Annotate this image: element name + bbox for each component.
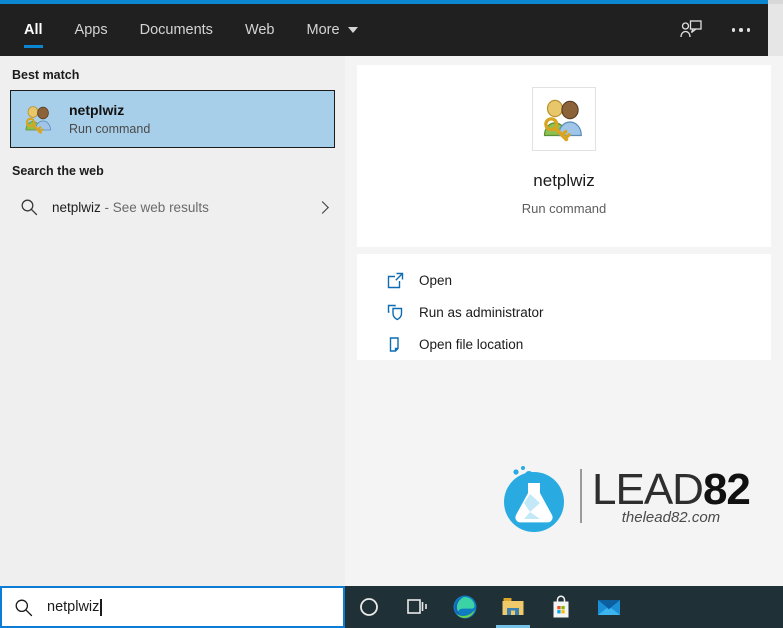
search-header: All Apps Documents Web More: [0, 4, 768, 56]
taskbar-task-view-button[interactable]: [393, 586, 441, 628]
action-run-as-administrator[interactable]: Run as administrator: [357, 296, 771, 328]
feedback-button[interactable]: [674, 13, 708, 47]
web-result-suffix: - See web results: [100, 199, 209, 215]
taskbar-edge-button[interactable]: [441, 586, 489, 628]
lead82-watermark: LEAD82 thelead82.com: [492, 455, 772, 537]
tab-apps-label: Apps: [74, 22, 108, 38]
user-accounts-key-icon: [25, 106, 51, 134]
watermark-brand-bold: 82: [702, 464, 751, 514]
mail-envelope-icon: [598, 600, 620, 615]
preview-icon-frame: [532, 87, 596, 151]
web-result-query: netplwiz: [52, 199, 101, 215]
cortana-circle-icon: [360, 598, 378, 616]
tab-web-label: Web: [244, 22, 275, 38]
folder-location-icon: [385, 334, 405, 354]
tab-documents[interactable]: Documents: [124, 4, 229, 56]
preview-actions-card: Open Run as administrator Open file loca…: [357, 254, 771, 360]
ellipsis-icon: [731, 28, 751, 32]
preview-pane: netplwiz Run command Open Run as adminis…: [345, 56, 783, 586]
tab-more[interactable]: More: [291, 4, 374, 56]
best-match-subtitle: Run command: [69, 122, 151, 136]
windows-search-screen: All Apps Documents Web More Best match n…: [0, 0, 783, 628]
search-input-value: netplwiz: [47, 599, 100, 615]
tab-all-label: All: [24, 22, 43, 38]
watermark-brand: LEAD82: [592, 464, 751, 514]
taskbar-microsoft-store-button[interactable]: [537, 586, 585, 628]
watermark-site: thelead82.com: [621, 508, 721, 526]
flask-bomb-logo-icon: [504, 466, 564, 532]
chevron-right-icon: [316, 200, 329, 214]
search-the-web-heading: Search the web: [12, 164, 104, 178]
action-open-file-location-label: Open file location: [419, 336, 524, 352]
search-icon: [15, 599, 33, 616]
tab-all[interactable]: All: [8, 4, 59, 56]
best-match-heading: Best match: [12, 68, 80, 82]
shield-icon: [385, 302, 405, 322]
watermark-brand-light: LEAD: [592, 464, 704, 514]
taskbar-cortana-button[interactable]: [345, 586, 393, 628]
file-explorer-icon: [502, 598, 524, 615]
chevron-down-icon: [347, 27, 358, 33]
action-open[interactable]: Open: [357, 264, 771, 296]
preview-hero-card: netplwiz Run command: [357, 65, 771, 247]
watermark-divider: [580, 469, 582, 523]
taskbar-mail-button[interactable]: [585, 586, 633, 628]
tab-web[interactable]: Web: [229, 4, 291, 56]
web-result-text: netplwiz - See web results: [52, 200, 209, 215]
taskbar: [345, 586, 783, 628]
search-input[interactable]: netplwiz: [47, 598, 102, 616]
tab-more-label: More: [306, 22, 340, 38]
header-right-edge: [768, 4, 783, 56]
header-actions: [674, 4, 758, 56]
edge-browser-icon: [453, 595, 477, 619]
search-tabs: All Apps Documents Web More: [8, 4, 374, 56]
open-external-icon: [385, 270, 405, 290]
tab-documents-label: Documents: [139, 22, 213, 38]
preview-title: netplwiz: [533, 171, 595, 190]
feedback-person-icon: [680, 20, 702, 38]
search-icon: [21, 199, 38, 216]
preview-subtitle: Run command: [521, 201, 607, 216]
taskbar-search-box[interactable]: netplwiz: [0, 586, 345, 628]
best-match-text: netplwiz Run command: [69, 102, 150, 136]
action-open-file-location[interactable]: Open file location: [357, 328, 771, 360]
user-accounts-key-icon: [543, 99, 582, 142]
taskbar-file-explorer-button[interactable]: [489, 586, 537, 628]
text-cursor: [100, 598, 102, 616]
more-options-button[interactable]: [724, 13, 758, 47]
microsoft-store-icon: [553, 595, 569, 618]
best-match-title: netplwiz: [69, 102, 125, 118]
tab-apps[interactable]: Apps: [59, 4, 124, 56]
best-match-result-netplwiz[interactable]: netplwiz Run command: [10, 90, 335, 148]
results-pane: Best match netplwiz Run command Search t…: [0, 56, 345, 586]
task-view-icon: [407, 599, 427, 614]
web-result-row[interactable]: netplwiz - See web results: [10, 186, 335, 228]
action-run-as-administrator-label: Run as administrator: [419, 304, 544, 320]
action-open-label: Open: [419, 272, 453, 288]
watermark-text: LEAD82 thelead82.com: [592, 464, 751, 526]
